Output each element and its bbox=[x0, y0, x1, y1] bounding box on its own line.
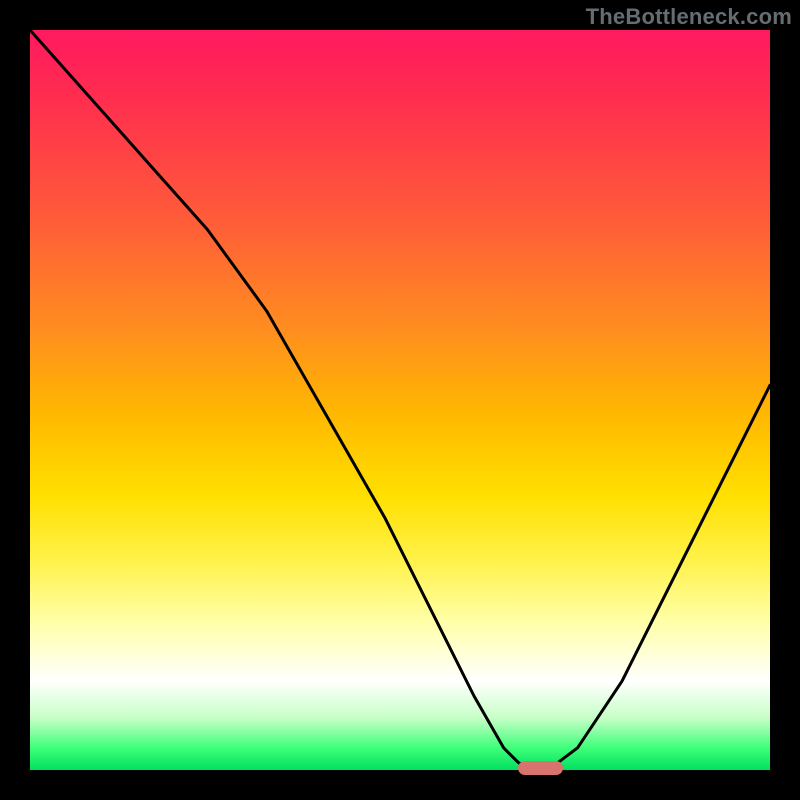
chart-frame: TheBottleneck.com bbox=[0, 0, 800, 800]
optimal-marker bbox=[518, 761, 562, 775]
watermark-text: TheBottleneck.com bbox=[586, 4, 792, 30]
plot-area bbox=[30, 30, 770, 770]
